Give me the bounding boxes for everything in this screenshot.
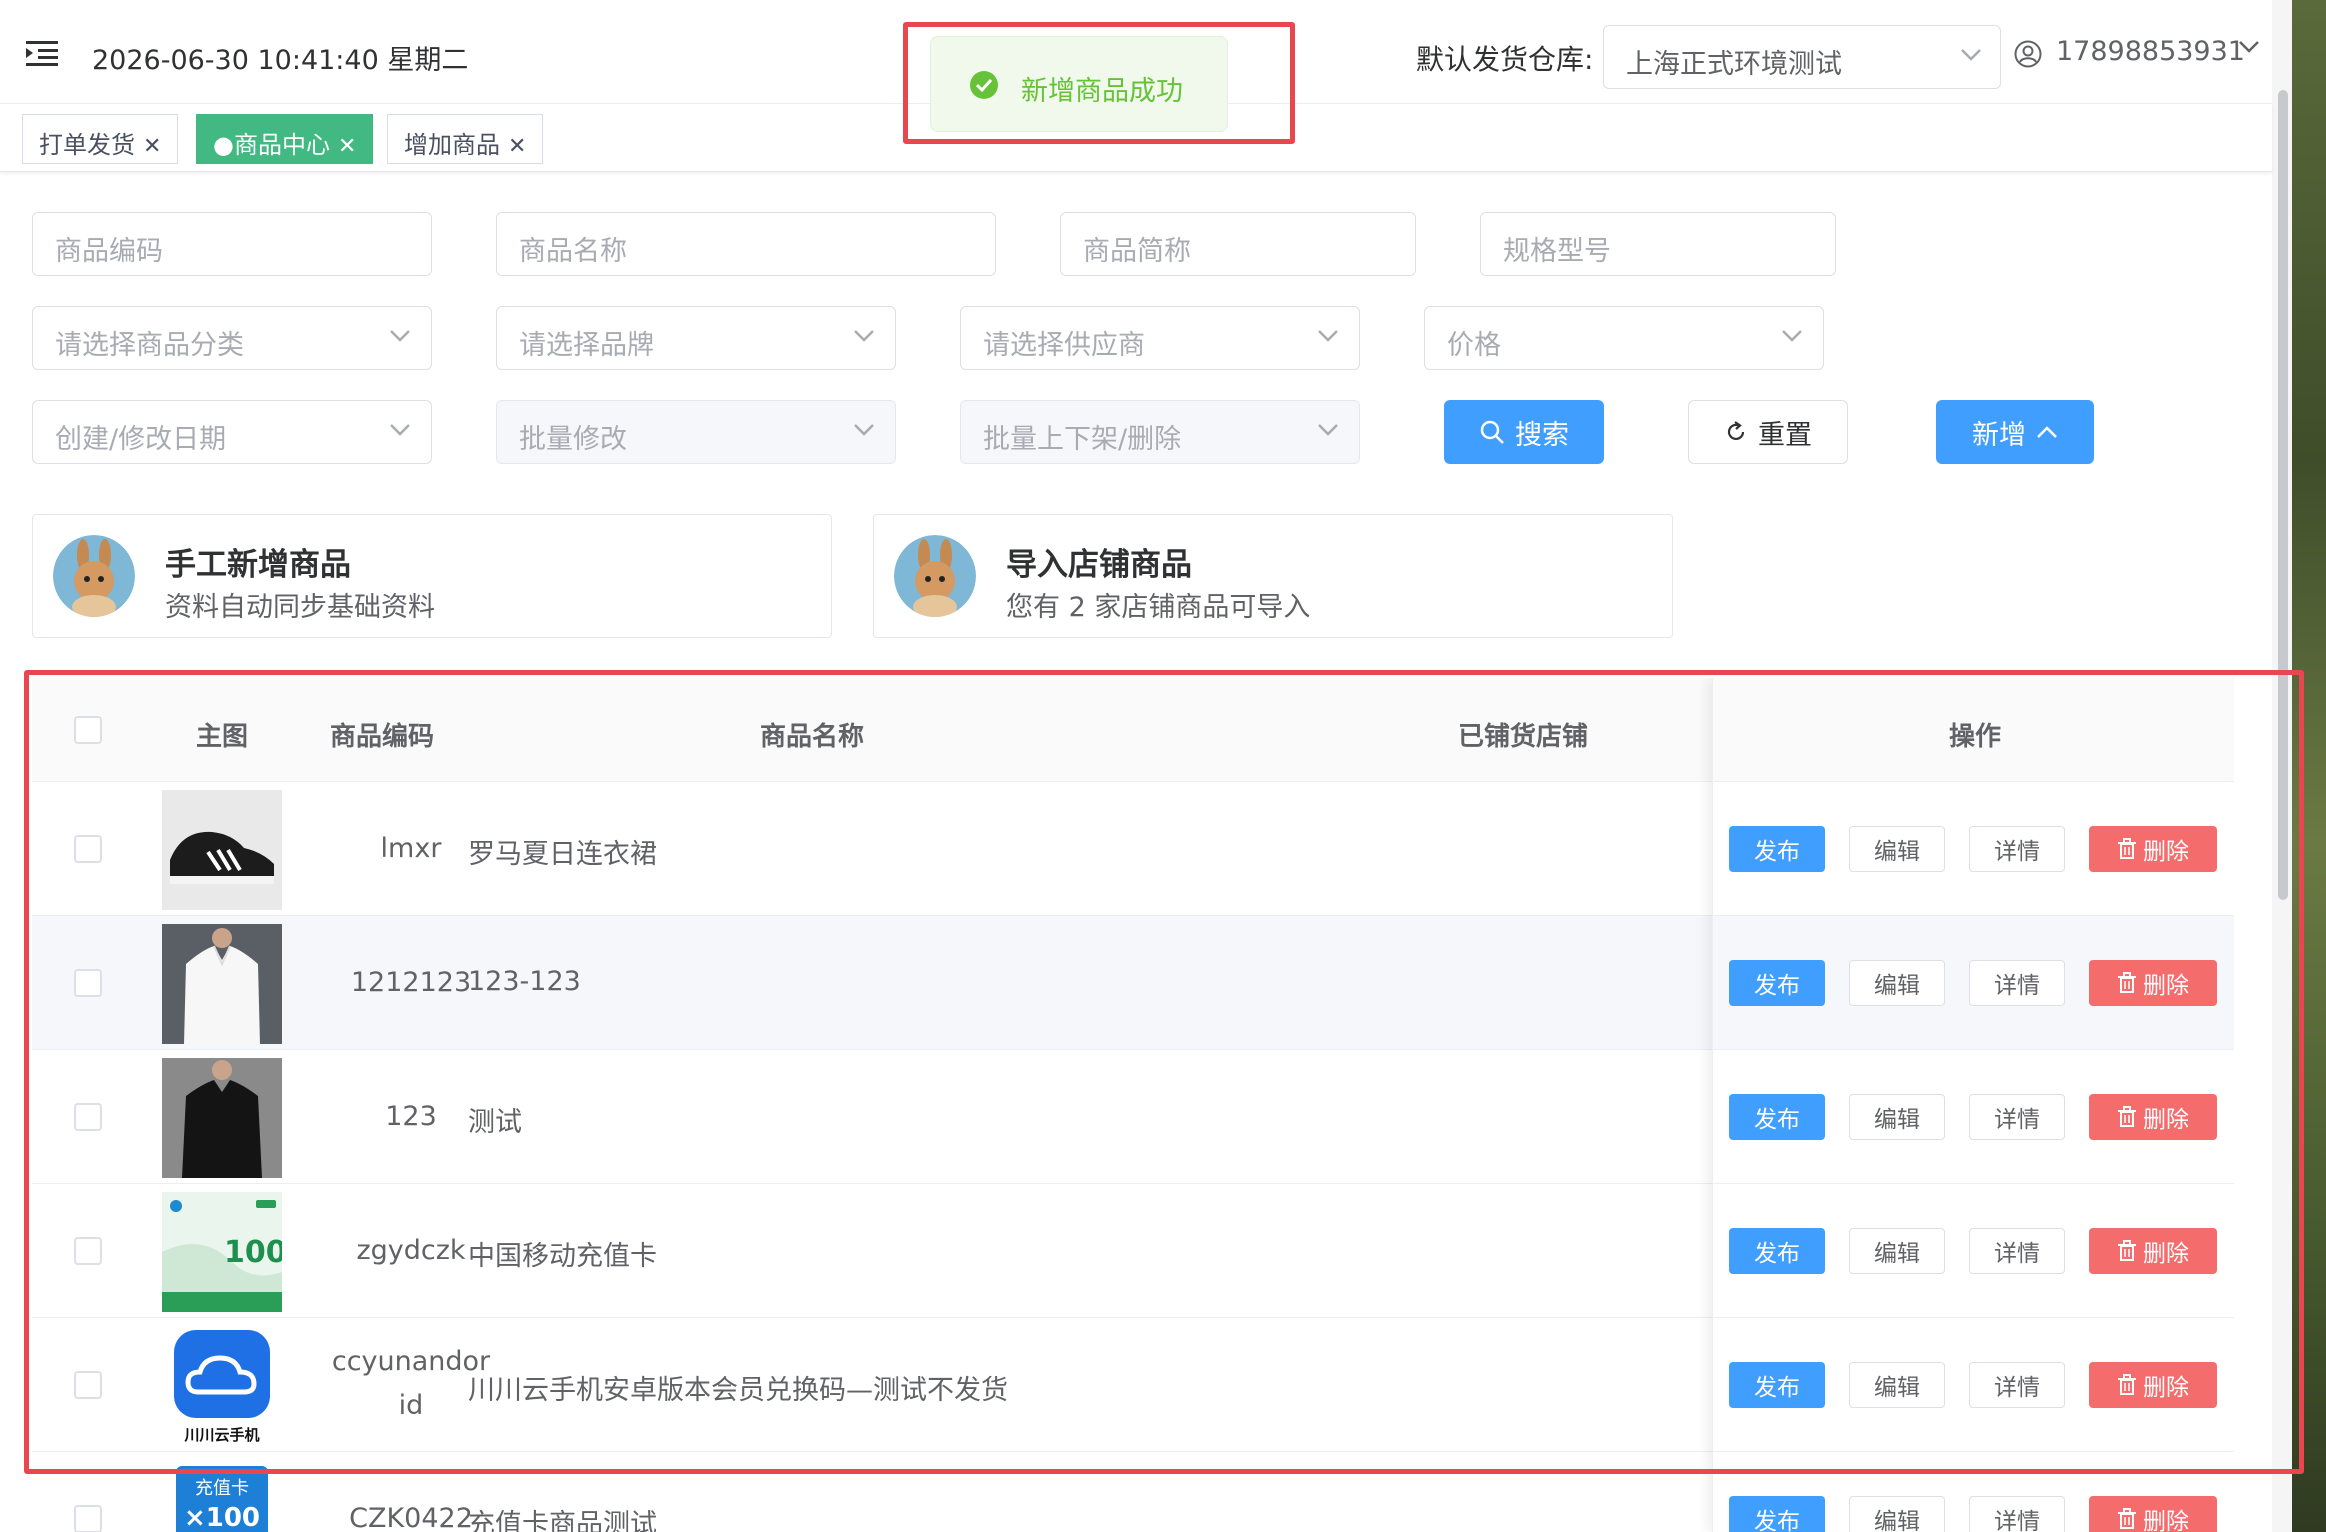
card-subtitle: 资料自动同步基础资料 [165,592,435,623]
price-select[interactable]: 价格 [1424,306,1824,370]
table-highlight-box [24,670,2304,1474]
placeholder: 批量上下架/删除 [983,424,1182,455]
chevron-down-icon [390,424,410,436]
refresh-icon [1727,421,1745,441]
tab-label: 打单发货 [39,131,135,159]
placeholder: 商品简称 [1083,236,1191,267]
brand-select[interactable]: 请选择品牌 [496,306,896,370]
tab-add-product[interactable]: 增加商品 ✕ [387,114,544,164]
search-label: 搜索 [1515,419,1569,451]
product-name-input[interactable]: 商品名称 [496,212,996,276]
reset-button[interactable]: 重置 [1688,400,1848,464]
close-icon[interactable]: ✕ [338,134,356,159]
import-shop-card[interactable]: 导入店铺商品 您有 2 家店铺商品可导入 [873,514,1673,638]
menu-fold-icon[interactable] [26,40,58,66]
tags-view: 打单发货 ✕ ●商品中心 ✕ 增加商品 ✕ [0,104,2272,172]
user-avatar-icon[interactable] [2014,40,2042,68]
placeholder: 批量修改 [519,424,627,455]
chevron-down-icon [390,330,410,342]
add-label: 新增 [1972,419,2026,451]
close-icon[interactable]: ✕ [508,134,526,159]
trash-icon [2118,1508,2136,1529]
row-checkbox[interactable] [74,1505,102,1532]
batch-shelf-select: 批量上下架/删除 [960,400,1360,464]
rabbit-avatar [894,535,976,617]
user-phone[interactable]: 17898853931 [2056,36,2245,67]
manual-add-card[interactable]: 手工新增商品 资料自动同步基础资料 [32,514,832,638]
chevron-down-icon [854,330,874,342]
rabbit-avatar [53,535,135,617]
publish-button[interactable]: 发布 [1729,1496,1825,1532]
chevron-down-icon [1318,424,1338,436]
placeholder: 规格型号 [1503,236,1611,267]
reset-label: 重置 [1758,419,1812,451]
chevron-down-icon [854,424,874,436]
chevron-up-icon [2037,426,2057,438]
warehouse-select[interactable]: 上海正式环境测试 [1603,25,2001,89]
chevron-down-icon [1318,330,1338,342]
placeholder: 请选择供应商 [983,330,1145,361]
card-title: 手工新增商品 [165,547,351,583]
date-select[interactable]: 创建/修改日期 [32,400,432,464]
search-icon [1480,420,1504,444]
publish-button-label: 发布 [1754,1509,1800,1532]
card-title: 导入店铺商品 [1006,547,1192,583]
placeholder: 商品编码 [55,236,163,267]
search-button[interactable]: 搜索 [1444,400,1604,464]
detail-button-label: 详情 [1994,1509,2040,1532]
placeholder: 价格 [1447,330,1501,361]
tab-product-center[interactable]: ●商品中心 ✕ [196,114,374,164]
card-value-text: ×100 [184,1503,260,1532]
card-title-text: 充值卡 [195,1478,249,1499]
detail-button[interactable]: 详情 [1969,1496,2065,1532]
delete-button-label: 删除 [2143,1509,2189,1532]
product-code-input[interactable]: 商品编码 [32,212,432,276]
spec-model-input[interactable]: 规格型号 [1480,212,1836,276]
user-menu-chevron-icon[interactable] [2238,40,2260,54]
placeholder: 商品名称 [519,236,627,267]
category-select[interactable]: 请选择商品分类 [32,306,432,370]
current-datetime: 2026-06-30 10:41:40 星期二 [92,45,469,76]
add-button[interactable]: 新增 [1936,400,2094,464]
batch-edit-select: 批量修改 [496,400,896,464]
placeholder: 请选择品牌 [519,330,654,361]
chevron-down-icon [1782,330,1802,342]
warehouse-value: 上海正式环境测试 [1626,49,1842,80]
card-subtitle: 您有 2 家店铺商品可导入 [1006,592,1311,623]
edit-button[interactable]: 编辑 [1849,1496,1945,1532]
chevron-down-icon [1961,49,1981,61]
product-short-name-input[interactable]: 商品简称 [1060,212,1416,276]
warehouse-label: 默认发货仓库: [1416,43,1594,76]
tab-label: ●商品中心 [213,131,330,159]
delete-button[interactable]: 删除 [2089,1496,2217,1532]
placeholder: 请选择商品分类 [55,330,244,361]
tab-dispatch[interactable]: 打单发货 ✕ [22,114,179,164]
edit-button-label: 编辑 [1874,1509,1920,1532]
placeholder: 创建/修改日期 [55,424,227,455]
tab-label: 增加商品 [404,131,500,159]
close-icon[interactable]: ✕ [143,134,161,159]
product-name: 充值卡商品测试 [468,1509,657,1532]
supplier-select[interactable]: 请选择供应商 [960,306,1360,370]
